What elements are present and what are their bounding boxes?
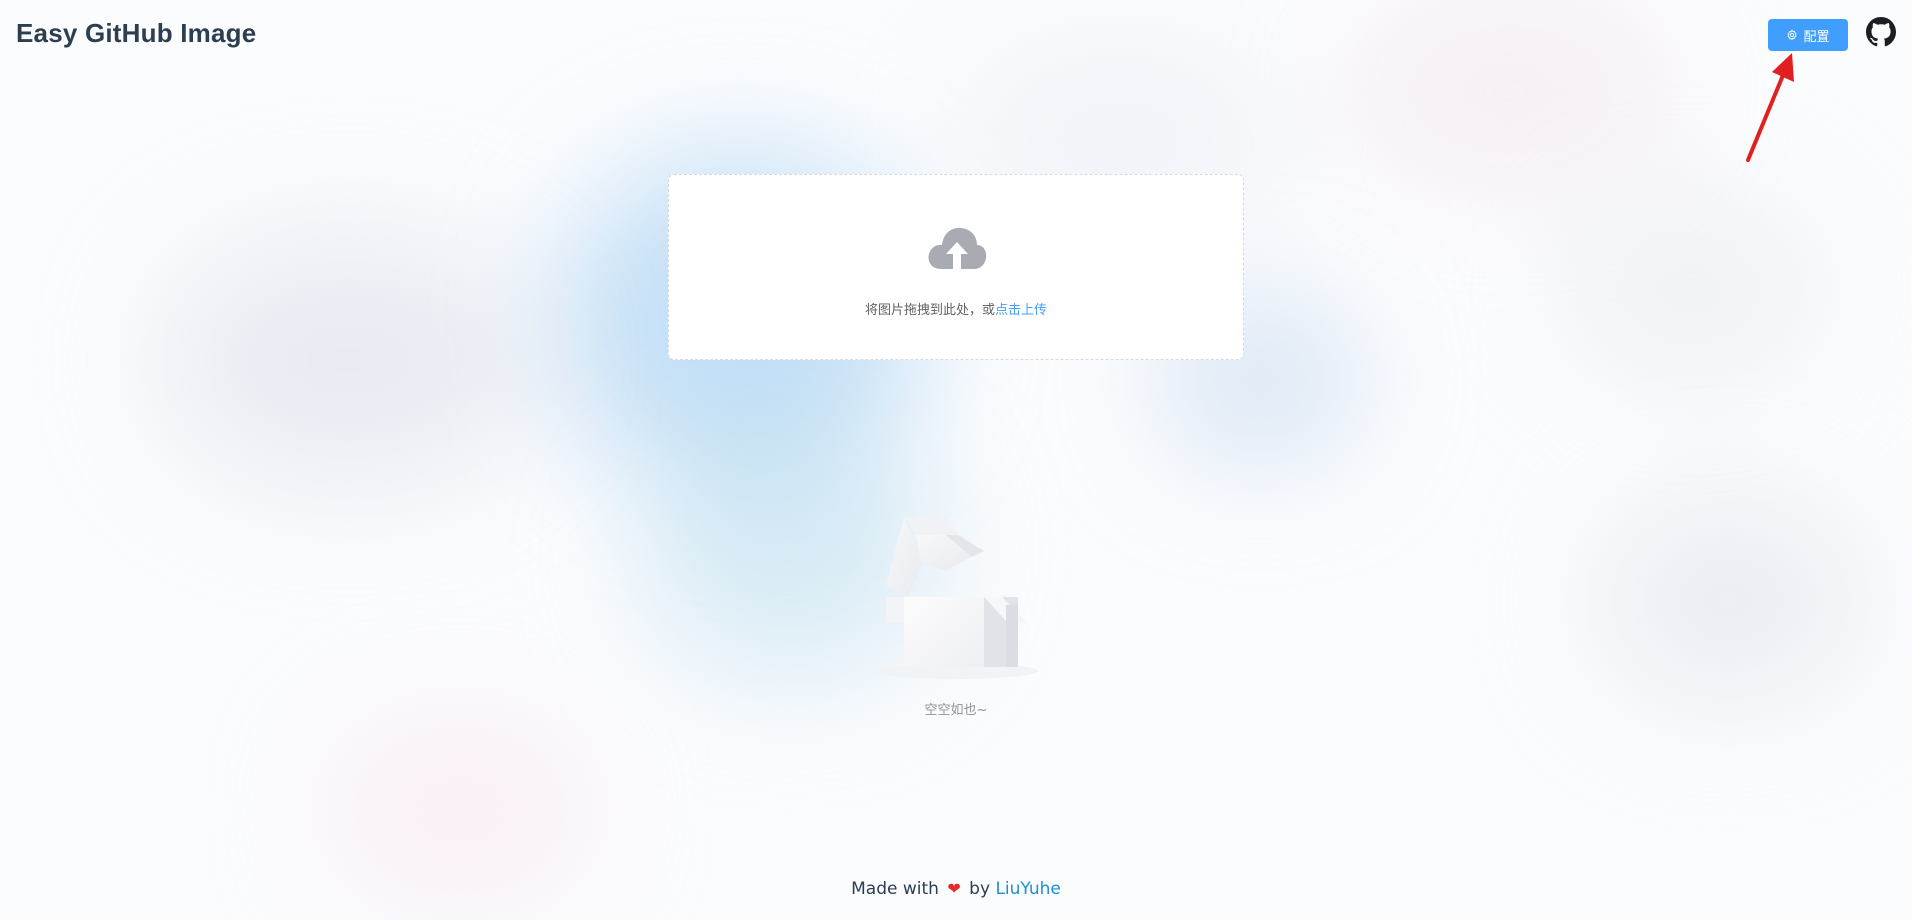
author-link[interactable]: LiuYuhe [995, 879, 1060, 899]
github-link[interactable] [1866, 17, 1896, 47]
annotation-arrow [1746, 53, 1794, 162]
background-blob [160, 230, 540, 490]
empty-state: 空空如也~ [856, 505, 1056, 718]
background-blob [330, 720, 590, 900]
background-blob [1600, 500, 1860, 700]
background-blob [1560, 200, 1820, 380]
click-upload-link[interactable]: 点击上传 [995, 303, 1047, 318]
footer-made-with: Made with [851, 879, 939, 899]
empty-state-text: 空空如也~ [924, 703, 988, 718]
config-button-label: 配置 [1803, 29, 1830, 45]
footer: Made with ❤ by LiuYuhe [0, 879, 1912, 899]
cloud-upload-icon [928, 227, 987, 269]
footer-by: by [969, 879, 991, 899]
app-title: Easy GitHub Image [16, 18, 257, 48]
page: Easy GitHub Image 配置 将图片拖拽到此处，或点击上传 空空如也… [0, 0, 1912, 920]
background-blob [1350, 0, 1670, 180]
heart-icon: ❤ [947, 879, 961, 898]
upload-prompt: 将图片拖拽到此处，或 [864, 303, 995, 318]
github-icon [1866, 17, 1896, 47]
empty-box-icon [874, 517, 1038, 679]
gear-icon [1788, 29, 1797, 41]
config-button[interactable]: 配置 [1768, 19, 1848, 51]
upload-instruction: 将图片拖拽到此处，或点击上传 [669, 299, 1243, 318]
upload-dropzone[interactable]: 将图片拖拽到此处，或点击上传 [668, 174, 1244, 360]
